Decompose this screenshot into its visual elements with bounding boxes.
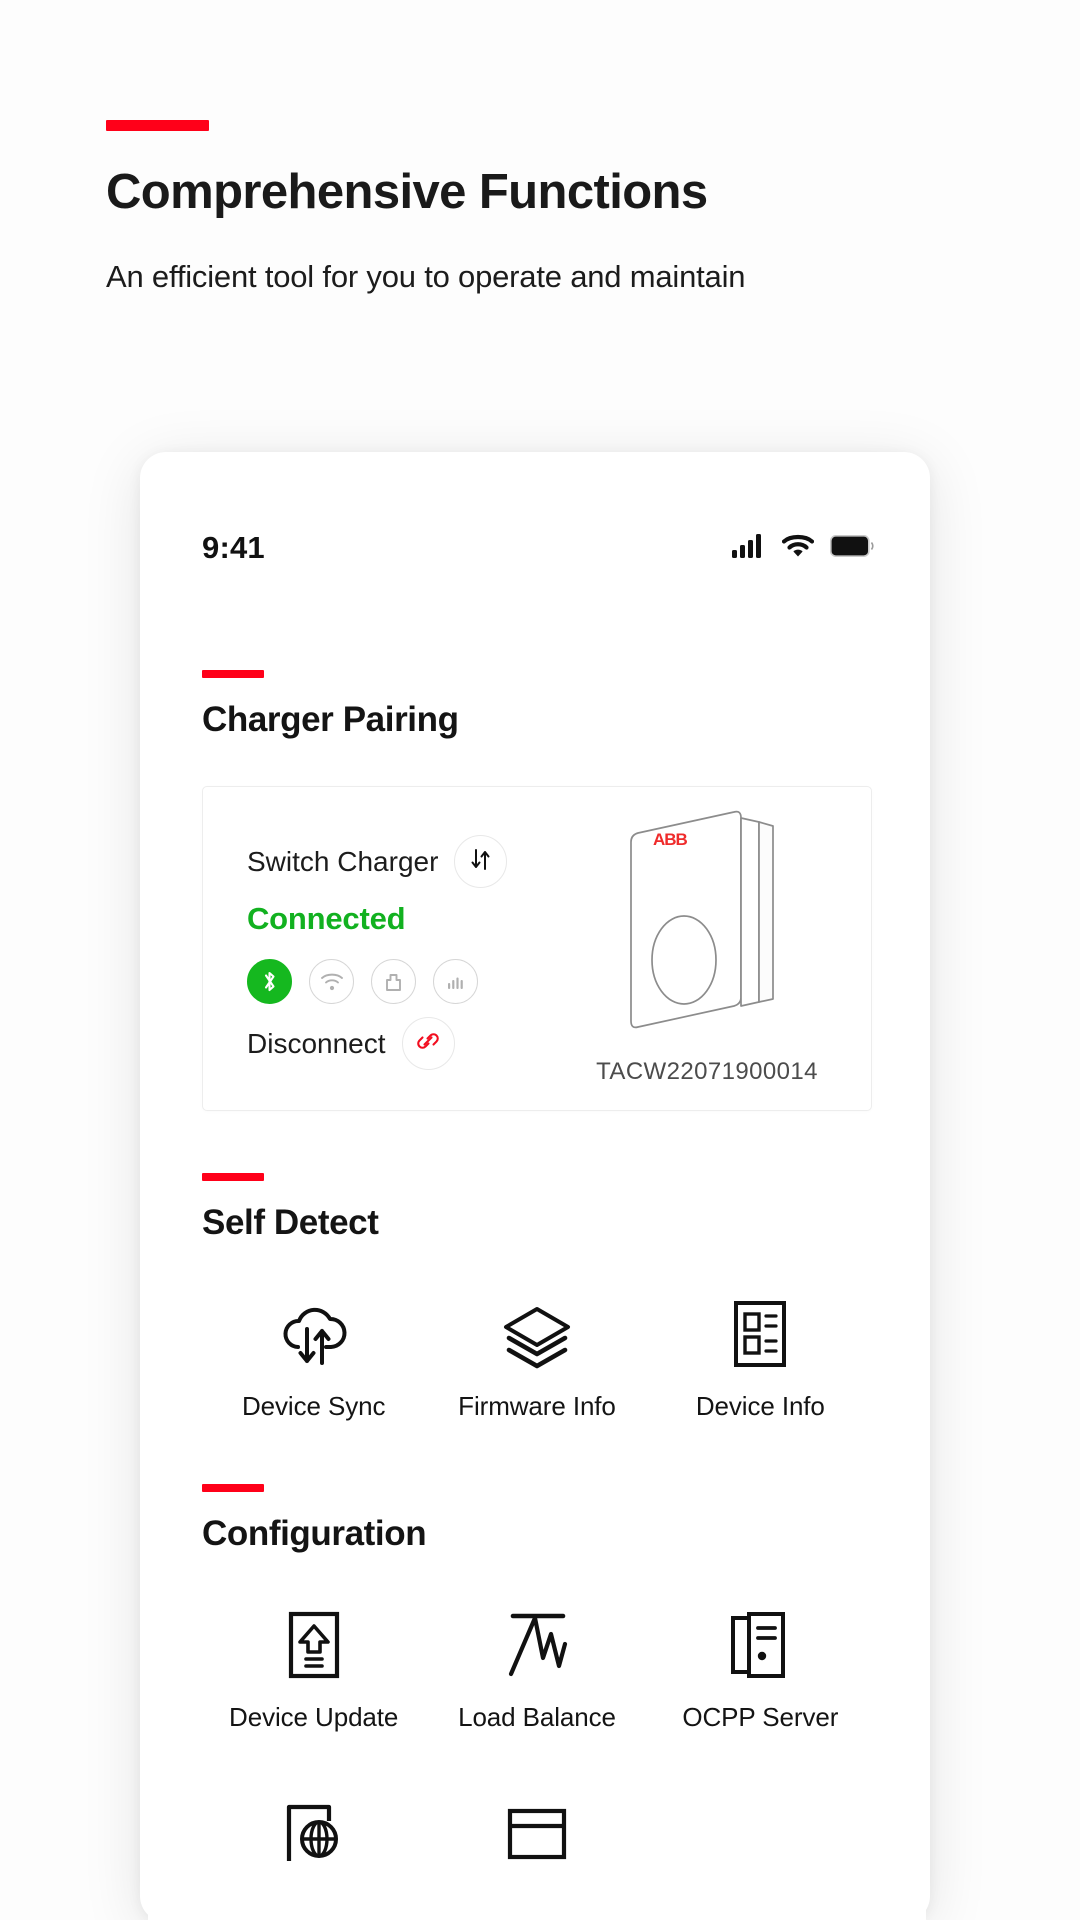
status-badge: Connected — [247, 901, 406, 936]
pairing-card-right: ABB TACW22071900014 — [543, 787, 871, 1110]
device-serial-number: TACW22071900014 — [596, 1058, 818, 1085]
section-configuration: Configuration Device Update Load Balance… — [148, 1484, 926, 1885]
status-bar-icons — [732, 533, 874, 563]
wifi-icon — [781, 534, 815, 563]
switch-charger-label: Switch Charger — [247, 845, 439, 877]
swap-arrows-icon — [467, 846, 494, 878]
card-icon — [504, 1789, 570, 1863]
feature-ocpp-server[interactable]: OCPP Server — [649, 1606, 872, 1733]
spacer-above-self-detect — [148, 1111, 926, 1173]
ethernet-icon[interactable] — [371, 959, 416, 1004]
feature-load-balance[interactable]: Load Balance — [425, 1606, 648, 1733]
network-globe-icon — [281, 1789, 347, 1863]
feature-label: Device Sync — [241, 1391, 386, 1421]
spacer-above-configuration — [148, 1422, 926, 1484]
section-accent-rule-self-detect — [202, 1173, 264, 1181]
charger-device-illustration: ABB — [607, 809, 807, 1046]
switch-charger-row[interactable]: Switch Charger — [247, 835, 543, 888]
layers-icon — [499, 1295, 575, 1369]
disconnect-label: Disconnect — [247, 1027, 386, 1059]
cellular-signal-icon — [732, 533, 766, 563]
charger-brand-label: ABB — [653, 830, 688, 849]
switch-charger-button[interactable] — [454, 835, 508, 888]
device-document-icon — [730, 1295, 790, 1369]
feature-label: Device Info — [695, 1391, 825, 1421]
feature-card-settings[interactable] — [425, 1789, 648, 1885]
section-accent-rule-configuration — [202, 1484, 264, 1492]
feature-placeholder — [649, 1789, 872, 1885]
hero-header: Comprehensive Functions An efficient too… — [106, 120, 1006, 295]
server-icon — [729, 1606, 791, 1680]
cloud-sync-icon — [277, 1295, 351, 1369]
status-bar: 9:41 — [148, 500, 926, 596]
section-title-charger-pairing: Charger Pairing — [202, 700, 459, 739]
charger-pairing-card: Switch Charger Connected Disconnect ABB … — [202, 786, 872, 1111]
section-accent-rule-pairing — [202, 670, 264, 678]
configuration-grid: Device Update Load Balance OCPP Server — [202, 1606, 872, 1885]
feature-device-sync[interactable]: Device Sync — [202, 1295, 425, 1422]
connection-icons-row — [247, 959, 543, 1004]
spacer-above-pairing — [148, 596, 926, 670]
section-title-configuration: Configuration — [202, 1514, 427, 1553]
disconnect-button[interactable] — [401, 1017, 455, 1070]
bluetooth-icon[interactable] — [247, 959, 292, 1004]
section-self-detect: Self Detect Device Sync Firmware Info De… — [148, 1173, 926, 1422]
hero-accent-rule — [106, 120, 209, 131]
disconnect-row[interactable]: Disconnect — [247, 1017, 543, 1070]
feature-device-update[interactable]: Device Update — [202, 1606, 425, 1733]
battery-icon — [830, 534, 874, 562]
feature-label: Firmware Info — [458, 1391, 616, 1421]
file-upload-icon — [284, 1606, 344, 1680]
feature-device-info[interactable]: Device Info — [649, 1295, 872, 1422]
phone-screen: 9:41 Charger Pairing Switch Charger Conn… — [148, 500, 926, 1920]
cellular-icon[interactable] — [433, 959, 478, 1004]
status-bar-clock: 9:41 — [202, 530, 265, 565]
feature-label: Device Update — [229, 1702, 399, 1732]
feature-network-settings[interactable] — [202, 1789, 425, 1885]
page-root: Comprehensive Functions An efficient too… — [0, 0, 1080, 1920]
feature-label: OCPP Server — [682, 1702, 839, 1732]
broken-link-icon — [415, 1028, 441, 1059]
wifi-icon[interactable] — [309, 959, 354, 1004]
pairing-card-left: Switch Charger Connected Disconnect — [203, 787, 543, 1110]
connection-status-block: Connected — [247, 901, 543, 1004]
section-charger-pairing: Charger Pairing Switch Charger Connected… — [148, 670, 926, 1111]
feature-firmware-info[interactable]: Firmware Info — [425, 1295, 648, 1422]
page-title: Comprehensive Functions — [106, 165, 708, 219]
feature-label: Load Balance — [458, 1702, 616, 1732]
page-subtitle: An efficient tool for you to operate and… — [106, 258, 746, 294]
load-chart-icon — [501, 1606, 573, 1680]
section-title-self-detect: Self Detect — [202, 1203, 379, 1242]
self-detect-grid: Device Sync Firmware Info Device Info — [202, 1295, 872, 1422]
